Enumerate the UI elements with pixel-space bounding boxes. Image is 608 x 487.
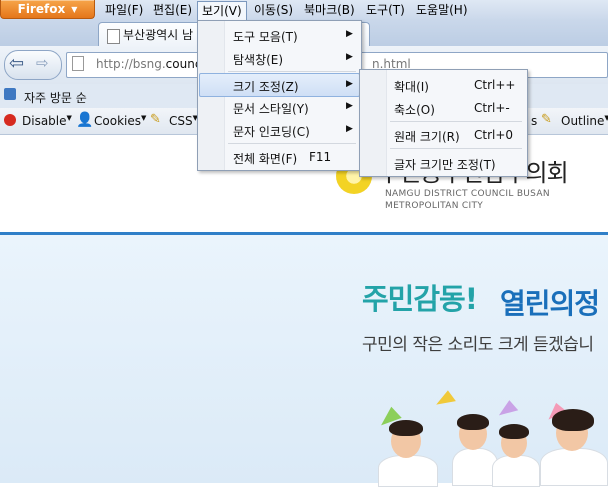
menu-file[interactable]: 파일(F) — [101, 2, 147, 19]
disable-icon — [4, 114, 16, 126]
menu-item-label: 확대(I) — [394, 80, 429, 94]
slogan-main: 주민감동! — [362, 282, 478, 316]
menu-item-label: 탐색창(E) — [233, 53, 284, 67]
view-toolbars-item[interactable]: 도구 모음(T) ▶ — [199, 24, 360, 46]
view-fullscreen-item[interactable]: 전체 화면(F) F11 — [199, 146, 360, 168]
site-subtitle-1: NAMGU DISTRICT COUNCIL BUSAN — [385, 189, 550, 199]
zoom-text-only-item[interactable]: 글자 크기만 조정(T) — [361, 152, 526, 174]
menu-item-label: 크기 조정(Z) — [233, 80, 299, 94]
menu-shortcut: Ctrl++ — [474, 78, 516, 92]
tab-title: 부산광역시 남 — [123, 28, 194, 42]
view-zoom-item[interactable]: 크기 조정(Z) ▶ — [199, 73, 360, 97]
bookmark-most-visited[interactable]: 자주 방문 순 — [24, 89, 87, 106]
submenu-arrow-icon: ▶ — [346, 101, 353, 111]
sub-slogan: 구민의 작은 소리도 크게 듣겠습니 — [362, 335, 594, 355]
dev-css-menu[interactable]: CSS▼ — [169, 114, 198, 128]
dev-disable-menu[interactable]: Disable▼ — [22, 114, 72, 128]
view-page-style-item[interactable]: 문서 스타일(Y) ▶ — [199, 96, 360, 118]
firefox-button-label: Firefox — [17, 2, 66, 16]
dev-cookies-label: Cookies — [94, 114, 141, 128]
back-arrow-icon[interactable]: ⇦ — [9, 53, 24, 74]
menu-item-label: 문서 스타일(Y) — [233, 102, 309, 116]
view-encoding-item[interactable]: 문자 인코딩(C) ▶ — [199, 119, 360, 141]
menu-shortcut: Ctrl+- — [474, 101, 510, 115]
menu-go[interactable]: 이동(S) — [250, 2, 297, 19]
zoom-out-item[interactable]: 축소(O) Ctrl+- — [361, 97, 526, 119]
menu-tools[interactable]: 도구(T) — [362, 2, 409, 19]
view-menu-dropdown: 도구 모음(T) ▶ 탐색창(E) ▶ 크기 조정(Z) ▶ 문서 스타일(Y)… — [197, 20, 362, 171]
menu-item-label: 도구 모음(T) — [233, 30, 298, 44]
dev-css-label: CSS — [169, 114, 193, 128]
forward-arrow-icon[interactable]: ⇨ — [36, 54, 49, 72]
view-sidebar-item[interactable]: 탐색창(E) ▶ — [199, 47, 360, 69]
address-text: http://bsng.counci — [96, 57, 205, 71]
submenu-arrow-icon: ▶ — [346, 52, 353, 62]
menu-bookmarks[interactable]: 북마크(B) — [300, 2, 359, 19]
bookmark-folder-icon — [4, 88, 16, 100]
menu-item-label: 글자 크기만 조정(T) — [394, 158, 496, 172]
page-icon — [72, 56, 84, 71]
dev-outline-menu[interactable]: Outline▼ — [561, 114, 608, 128]
zoom-reset-item[interactable]: 원래 크기(R) Ctrl+0 — [361, 124, 526, 146]
submenu-arrow-icon: ▶ — [346, 29, 353, 39]
site-subtitle-2: METROPOLITAN CITY — [385, 201, 484, 211]
slogan-secondary: 열린의정 — [500, 287, 600, 320]
pencil-icon: ✎ — [150, 112, 161, 127]
menu-edit[interactable]: 편집(E) — [149, 2, 196, 19]
dev-outline-label: Outline — [561, 114, 605, 128]
menu-shortcut: F11 — [309, 150, 332, 164]
menu-view[interactable]: 보기(V) — [197, 1, 247, 21]
zoom-submenu: 확대(I) Ctrl++ 축소(O) Ctrl+- 원래 크기(R) Ctrl+… — [359, 69, 528, 177]
menu-shortcut: Ctrl+0 — [474, 128, 514, 142]
url-prefix: http://bsng. — [96, 57, 166, 71]
menu-item-label: 축소(O) — [394, 103, 435, 117]
submenu-arrow-icon: ▶ — [346, 79, 353, 89]
dropdown-arrow-icon: ▼ — [71, 4, 78, 14]
dev-partial-item[interactable]: s — [531, 114, 537, 128]
dev-cookies-menu[interactable]: Cookies▼ — [94, 114, 146, 128]
zoom-in-item[interactable]: 확대(I) Ctrl++ — [361, 74, 526, 96]
person-icon: 👤 — [76, 112, 94, 128]
firefox-menu-button[interactable]: Firefox ▼ — [0, 0, 95, 19]
menu-item-label: 문자 인코딩(C) — [233, 125, 310, 139]
page-icon — [107, 29, 120, 44]
menu-item-label: 전체 화면(F) — [233, 152, 298, 166]
menu-help[interactable]: 도움말(H) — [412, 2, 472, 19]
pencil-icon: ✎ — [541, 112, 552, 127]
submenu-arrow-icon: ▶ — [346, 124, 353, 134]
dev-disable-label: Disable — [22, 114, 67, 128]
menu-item-label: 원래 크기(R) — [394, 130, 460, 144]
